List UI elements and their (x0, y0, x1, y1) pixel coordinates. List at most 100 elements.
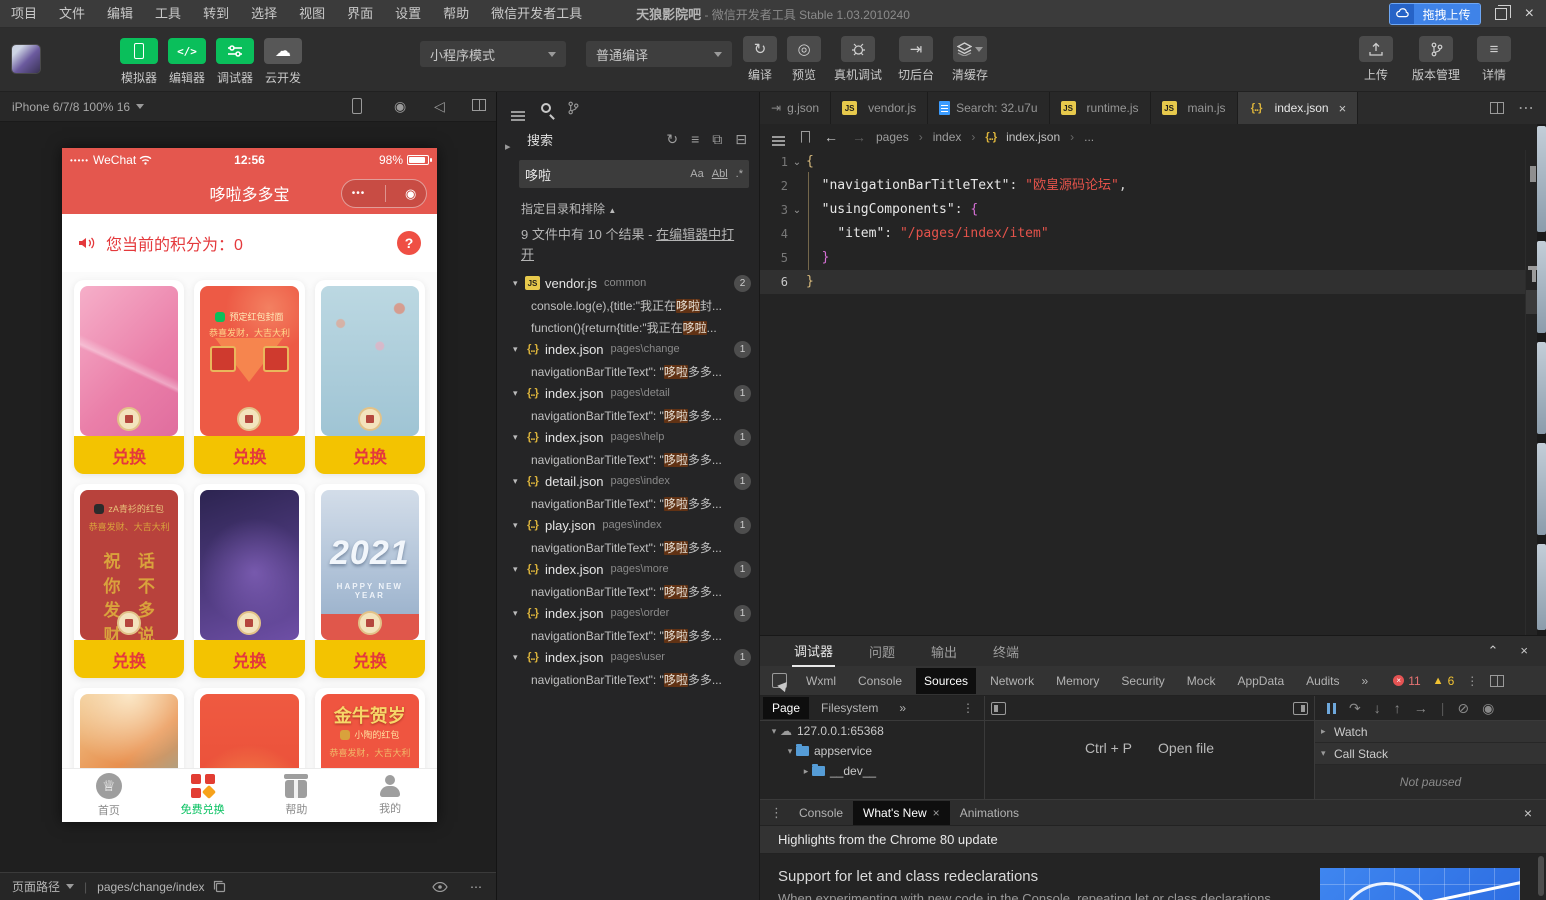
git-branch-icon[interactable] (567, 101, 579, 115)
redeem-card[interactable]: 兑换 (74, 688, 185, 768)
nav-back-icon[interactable]: ← (824, 129, 838, 145)
device-frame-icon[interactable] (352, 98, 362, 117)
pause-on-exceptions-icon[interactable]: ◉ (1482, 700, 1494, 717)
step-over-icon[interactable]: ↷ (1349, 700, 1361, 717)
switch-background-button[interactable]: ⇥ 切后台 (892, 36, 940, 83)
menu-project[interactable]: 项目 (0, 0, 48, 28)
callstack-section[interactable]: ▾ Call Stack (1315, 743, 1546, 765)
collapse-left-icon[interactable] (991, 701, 1006, 715)
record-icon[interactable]: ◉ (394, 98, 406, 115)
close-tab-icon[interactable]: × (933, 806, 940, 820)
redeem-button[interactable]: 兑换 (314, 640, 425, 678)
step-into-icon[interactable]: ↓ (1374, 700, 1381, 716)
drawer-menu-icon[interactable]: ⋮ (770, 805, 783, 821)
result-file-row[interactable]: ▾ {..} index.json pages\user 1 (497, 646, 759, 668)
tab-help[interactable]: 帮助 (250, 769, 344, 822)
dir-filter-toggle[interactable]: 指定目录和排除 ▲ (497, 194, 759, 219)
redeem-card[interactable]: 兑换 (314, 280, 425, 474)
result-match-row[interactable]: navigationBarTitleText": "哆啦多多... (497, 624, 759, 646)
compile-mode-select[interactable]: 普通编译 (586, 41, 732, 67)
copy-icon[interactable] (213, 880, 226, 893)
menu-select[interactable]: 选择 (240, 0, 288, 28)
remote-debug-button[interactable]: 真机调试 (828, 36, 888, 83)
eye-icon[interactable] (432, 881, 448, 892)
result-file-row[interactable]: ▾ {..} play.json pages\index 1 (497, 514, 759, 536)
menu-edit[interactable]: 编辑 (96, 0, 144, 28)
result-match-row[interactable]: navigationBarTitleText": "哆啦多多... (497, 668, 759, 690)
close-drawer-icon[interactable]: × (1524, 805, 1546, 821)
nav-menu-icon[interactable]: ⋮ (962, 701, 984, 715)
result-file-row[interactable]: ▾ {..} detail.json pages\index 1 (497, 470, 759, 492)
more-menu-icon[interactable]: ••• (352, 188, 366, 199)
simulator-toggle-button[interactable]: 模拟器 (116, 38, 162, 86)
result-match-row[interactable]: navigationBarTitleText": "哆啦多多... (497, 360, 759, 382)
close-tab-icon[interactable]: × (1339, 101, 1347, 116)
expand-replace-icon[interactable]: ▸ (505, 140, 511, 153)
deactivate-breakpoints-icon[interactable]: ⊘ (1457, 700, 1469, 717)
open-file-label[interactable]: Open file (1158, 740, 1214, 756)
tab-search-results[interactable]: Search: 32.u7u (928, 92, 1050, 124)
editor-toggle-button[interactable]: </> 编辑器 (164, 38, 210, 86)
redeem-card[interactable]: 兑换 (194, 688, 305, 768)
redeem-button[interactable]: 兑换 (194, 640, 305, 678)
help-button[interactable]: ? (397, 231, 421, 255)
preview-button[interactable]: ◎ 预览 (784, 36, 824, 83)
fold-icon[interactable]: ⌄ (788, 157, 806, 168)
clear-results-icon[interactable]: ≡ (691, 131, 699, 147)
breadcrumb-segment[interactable]: index (933, 130, 962, 144)
details-button[interactable]: ≡ 详情 (1472, 36, 1516, 83)
whole-word-icon[interactable]: Abl (712, 168, 728, 180)
tab-mock[interactable]: Mock (1179, 668, 1224, 694)
tab-page[interactable]: Page (763, 697, 810, 719)
redeem-card[interactable]: 预定红包封面 恭喜发财，大吉大利 兑换 (194, 280, 305, 474)
mode-select[interactable]: 小程序模式 (420, 41, 566, 67)
device-select[interactable]: iPhone 6/7/8 100% 16 (12, 100, 145, 114)
chrome-update-image[interactable] (1320, 868, 1520, 900)
devtools-menu-icon[interactable]: ⋮ (1466, 674, 1478, 688)
result-file-row[interactable]: ▾ {..} index.json pages\change 1 (497, 338, 759, 360)
tab-problems[interactable]: 问题 (867, 637, 897, 666)
more-nav-tabs-icon[interactable]: » (890, 697, 915, 719)
page-path-label[interactable]: 页面路径 (12, 878, 60, 895)
drag-upload-button[interactable]: 拖拽上传 (1388, 3, 1481, 25)
result-file-row[interactable]: ▾ JS vendor.js common 2 (497, 272, 759, 294)
menu-view[interactable]: 视图 (288, 0, 336, 28)
more-icon[interactable]: ⋯ (470, 880, 482, 894)
tab-whats-new[interactable]: What's New × (853, 800, 950, 825)
menu-goto[interactable]: 转到 (192, 0, 240, 28)
outline-icon[interactable] (772, 136, 785, 138)
tab-g-json[interactable]: ⇥ g.json (760, 92, 832, 124)
watch-section[interactable]: ▸ Watch (1315, 721, 1546, 743)
redeem-card[interactable]: 2021 HAPPY NEW YEAR 兑换 (314, 484, 425, 678)
result-file-row[interactable]: ▾ {..} index.json pages\order 1 (497, 602, 759, 624)
tab-appdata[interactable]: AppData (1229, 668, 1292, 694)
code-editor[interactable]: 1 ⌄{ 2 "navigationBarTitleText": "欧皇源码论坛"… (760, 150, 1525, 635)
result-file-row[interactable]: ▾ {..} index.json pages\detail 1 (497, 382, 759, 404)
redeem-button[interactable]: 兑换 (194, 436, 305, 474)
result-match-row[interactable]: navigationBarTitleText": "哆啦多多... (497, 580, 759, 602)
step-out-icon[interactable]: ↑ (1394, 700, 1401, 716)
redeem-button[interactable]: 兑换 (74, 436, 185, 474)
redeem-card[interactable]: 兑换 (74, 280, 185, 474)
compile-button[interactable]: ↻ 编译 (740, 36, 780, 83)
tab-drawer-console[interactable]: Console (789, 801, 853, 825)
capsule-menu[interactable]: ••• ◉ (341, 179, 427, 208)
result-file-row[interactable]: ▾ {..} index.json pages\help 1 (497, 426, 759, 448)
breadcrumb-segment[interactable]: ... (1084, 130, 1094, 144)
debugger-toggle-button[interactable]: 调试器 (212, 38, 258, 86)
tab-security[interactable]: Security (1113, 668, 1172, 694)
tab-main-js[interactable]: JS main.js (1150, 92, 1238, 124)
user-avatar[interactable] (12, 45, 40, 73)
menu-settings[interactable]: 设置 (384, 0, 432, 28)
tab-console[interactable]: Console (850, 668, 910, 694)
redeem-card[interactable]: 兑换 (194, 484, 305, 678)
redeem-card[interactable]: 金牛贺岁 小陶的红包 恭喜发财，大吉大利 兑换 (314, 688, 425, 768)
search-icon[interactable] (541, 103, 551, 113)
tab-network[interactable]: Network (982, 668, 1042, 694)
refresh-results-icon[interactable]: ↻ (666, 131, 678, 148)
tree-host[interactable]: ▾ ☁ 127.0.0.1:65368 (760, 721, 984, 741)
result-file-row[interactable]: ▾ {..} index.json pages\more 1 (497, 558, 759, 580)
window-restore-icon[interactable] (1494, 5, 1511, 20)
upload-button[interactable]: 上传 (1352, 36, 1400, 83)
search-input[interactable]: 哆啦 Aa Abl .* (519, 160, 749, 188)
